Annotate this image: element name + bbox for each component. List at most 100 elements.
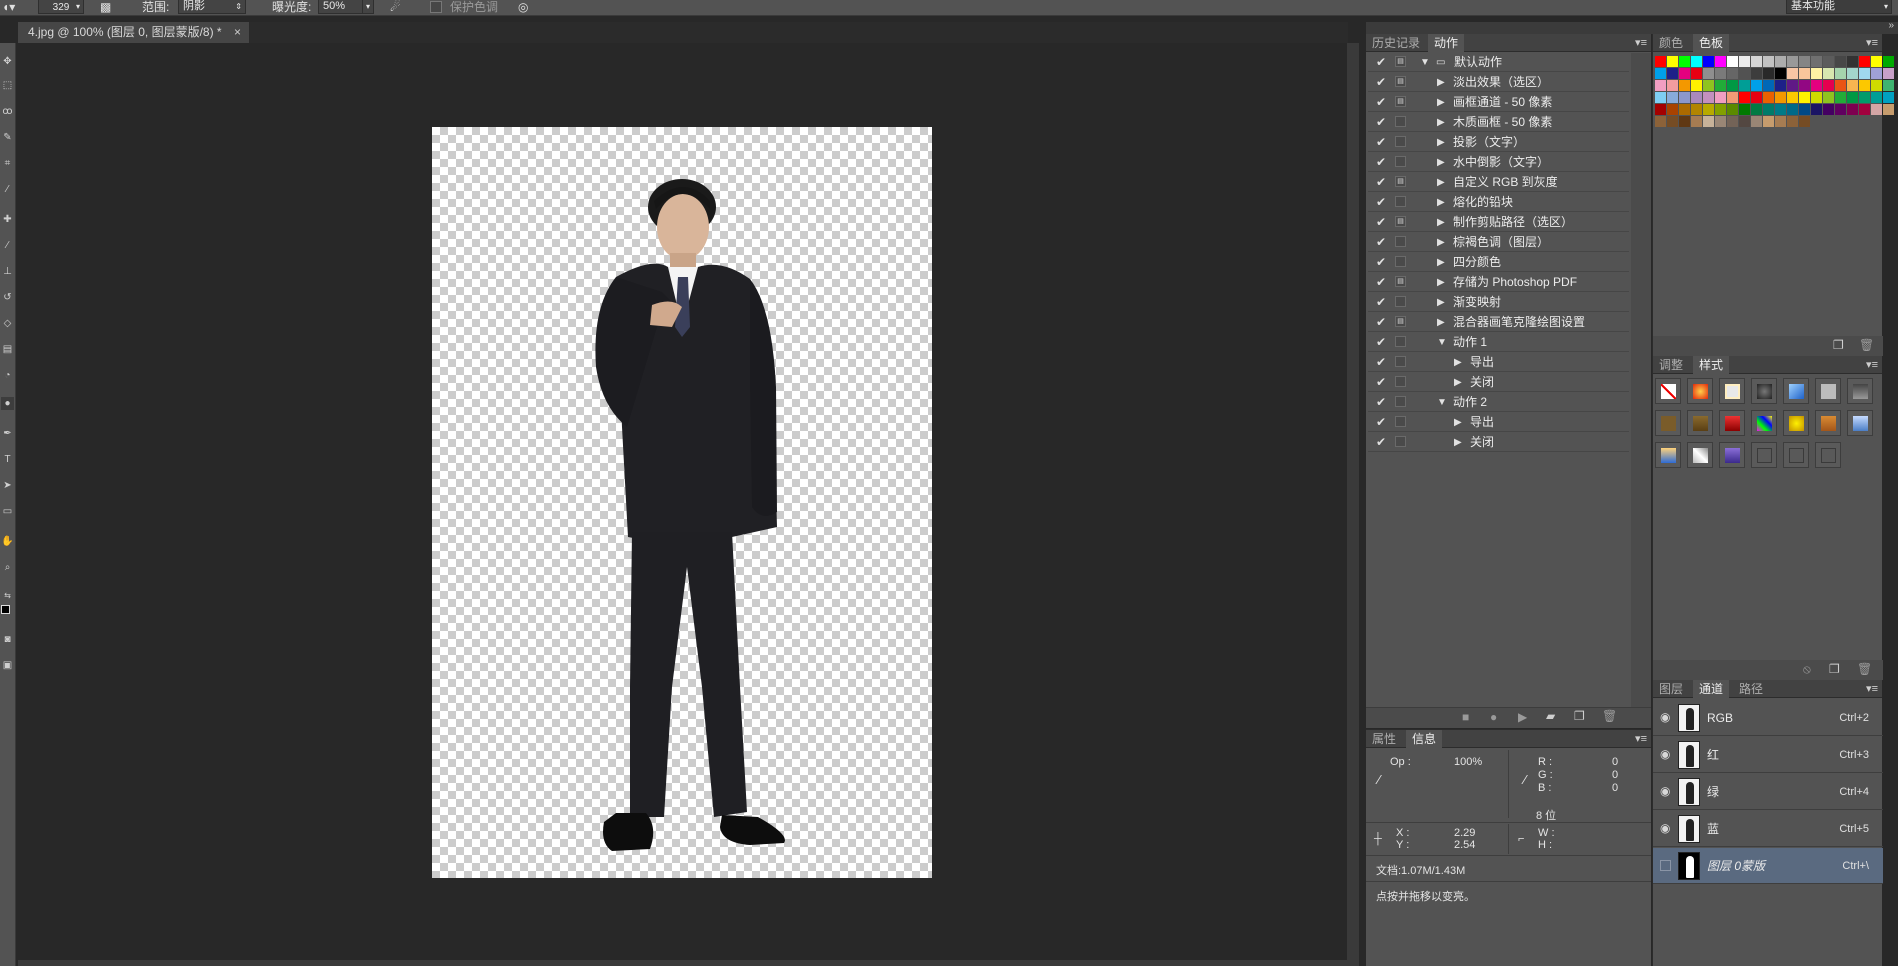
tab-paths[interactable]: 路径 <box>1733 680 1769 698</box>
color-swatch[interactable] <box>1703 92 1714 103</box>
color-swatch[interactable] <box>1691 92 1702 103</box>
dialog-toggle-icon[interactable]: ▤ <box>1395 216 1406 227</box>
action-row[interactable]: ✔ ▤ ▶ 画框通道 - 50 像素 <box>1368 93 1629 112</box>
color-swatch[interactable] <box>1715 68 1726 79</box>
color-swatch[interactable] <box>1739 116 1750 127</box>
action-row[interactable]: ✔ ▤ ▶ 淡出效果（选区） <box>1368 73 1629 92</box>
style-preset[interactable] <box>1815 442 1841 468</box>
color-swatch[interactable] <box>1655 104 1666 115</box>
action-row[interactable]: ✔ ▤ ▶ 混合器画笔克隆绘图设置 <box>1368 313 1629 332</box>
visibility-eye-icon[interactable]: ◉ <box>1660 747 1670 761</box>
toggle-item-checkmark-icon[interactable]: ✔ <box>1376 295 1388 309</box>
canvas-horizontal-scrollbar[interactable] <box>18 960 1348 966</box>
color-swatch[interactable] <box>1715 80 1726 91</box>
collapsed-triangle-icon[interactable]: ▶ <box>1454 355 1462 370</box>
workspace-select[interactable]: 基本功能 ▾ <box>1786 0 1892 14</box>
visibility-eye-icon[interactable]: ◉ <box>1660 784 1670 798</box>
action-row[interactable]: ✔ ▶ 导出 <box>1368 413 1629 432</box>
color-swatch[interactable] <box>1667 104 1678 115</box>
color-swatch[interactable] <box>1859 92 1870 103</box>
action-row[interactable]: ✔ ▤ ▶ 制作剪贴路径（选区） <box>1368 213 1629 232</box>
color-swatch[interactable] <box>1787 68 1798 79</box>
style-preset[interactable] <box>1751 410 1777 436</box>
swatch-grid[interactable] <box>1655 56 1894 176</box>
action-row[interactable]: ✔ ▶ 导出 <box>1368 353 1629 372</box>
toggle-item-checkmark-icon[interactable]: ✔ <box>1376 435 1388 449</box>
color-swatch[interactable] <box>1871 92 1882 103</box>
style-preset[interactable] <box>1719 378 1745 404</box>
color-swatch[interactable] <box>1763 104 1774 115</box>
action-row[interactable]: ✔ ▶ 木质画框 - 50 像素 <box>1368 113 1629 132</box>
color-swatch[interactable] <box>1787 80 1798 91</box>
color-swatch[interactable] <box>1835 92 1846 103</box>
toggle-item-checkmark-icon[interactable]: ✔ <box>1376 255 1388 269</box>
style-preset[interactable] <box>1719 410 1745 436</box>
color-swatch[interactable] <box>1811 80 1822 91</box>
color-swatch[interactable] <box>1751 116 1762 127</box>
collapsed-triangle-icon[interactable]: ▶ <box>1437 295 1445 310</box>
color-swatch[interactable] <box>1847 80 1858 91</box>
color-swatch[interactable] <box>1727 56 1738 67</box>
channel-row[interactable]: ◉ RGB Ctrl+2 <box>1653 700 1883 736</box>
style-preset[interactable] <box>1719 442 1745 468</box>
clone-stamp-tool-icon[interactable]: ⊥ <box>1 265 14 278</box>
toggle-item-checkmark-icon[interactable]: ✔ <box>1376 355 1388 369</box>
dialog-toggle-icon[interactable] <box>1395 156 1406 167</box>
dialog-toggle-icon[interactable] <box>1395 296 1406 307</box>
dialog-toggle-icon[interactable] <box>1395 396 1406 407</box>
action-row[interactable]: ✔ ▶ 关闭 <box>1368 373 1629 392</box>
color-swatch[interactable] <box>1787 116 1798 127</box>
collapsed-triangle-icon[interactable]: ▶ <box>1437 215 1445 230</box>
style-preset[interactable] <box>1751 378 1777 404</box>
color-swatch[interactable] <box>1823 104 1834 115</box>
new-swatch-icon[interactable]: ❐ <box>1833 338 1844 352</box>
color-swatch[interactable] <box>1847 56 1858 67</box>
style-preset[interactable] <box>1655 442 1681 468</box>
brush-tool-icon[interactable]: ∕ <box>1 239 14 252</box>
dodge-tool-icon[interactable]: ● <box>1 397 14 410</box>
dialog-toggle-icon[interactable]: ▤ <box>1395 56 1406 67</box>
color-swatch[interactable] <box>1823 68 1834 79</box>
color-swatch[interactable] <box>1715 104 1726 115</box>
close-icon[interactable]: × <box>234 22 241 43</box>
style-preset[interactable] <box>1655 378 1681 404</box>
canvas-vertical-scrollbar[interactable] <box>1347 43 1359 966</box>
color-swatch[interactable] <box>1727 92 1738 103</box>
clear-style-icon[interactable]: ⦸ <box>1803 662 1811 677</box>
action-row[interactable]: ✔ ▼ 动作 1 <box>1368 333 1629 352</box>
panel-menu-icon[interactable]: ▾≡ <box>1635 34 1647 52</box>
airbrush-icon[interactable]: ☄ <box>390 0 401 15</box>
path-select-tool-icon[interactable]: ➤ <box>1 479 14 492</box>
action-row[interactable]: ✔ ▤ ▶ 存储为 Photoshop PDF <box>1368 273 1629 292</box>
color-swatch[interactable] <box>1847 104 1858 115</box>
collapsed-triangle-icon[interactable]: ▶ <box>1437 195 1445 210</box>
toggle-item-checkmark-icon[interactable]: ✔ <box>1376 115 1388 129</box>
style-preset[interactable] <box>1815 378 1841 404</box>
eyedropper-tool-icon[interactable]: ⁄ <box>1 183 14 196</box>
expanded-triangle-icon[interactable]: ▼ <box>1420 55 1430 70</box>
toggle-item-checkmark-icon[interactable]: ✔ <box>1376 415 1388 429</box>
color-swatch[interactable] <box>1691 56 1702 67</box>
color-swatch[interactable] <box>1763 80 1774 91</box>
tab-info[interactable]: 信息 <box>1406 730 1443 748</box>
action-row[interactable]: ✔ ▶ 四分颜色 <box>1368 253 1629 272</box>
hand-tool-icon[interactable]: ✋ <box>1 535 14 548</box>
tab-channels[interactable]: 通道 <box>1693 680 1730 698</box>
dialog-toggle-icon[interactable] <box>1395 356 1406 367</box>
style-preset[interactable] <box>1783 442 1809 468</box>
color-swatch[interactable] <box>1667 92 1678 103</box>
color-swatch[interactable] <box>1787 56 1798 67</box>
color-swatch[interactable] <box>1715 92 1726 103</box>
color-swatch[interactable] <box>1691 104 1702 115</box>
channel-row[interactable]: ◉ 绿 Ctrl+4 <box>1653 774 1883 810</box>
dialog-toggle-icon[interactable]: ▤ <box>1395 76 1406 87</box>
healing-brush-tool-icon[interactable]: ✚ <box>1 213 14 226</box>
actions-scrollbar[interactable] <box>1631 53 1651 707</box>
eraser-tool-icon[interactable]: ◇ <box>1 317 14 330</box>
dialog-toggle-icon[interactable]: ▤ <box>1395 276 1406 287</box>
color-swatch[interactable] <box>1739 92 1750 103</box>
dialog-toggle-icon[interactable]: ▤ <box>1395 176 1406 187</box>
collapsed-triangle-icon[interactable]: ▶ <box>1437 235 1445 250</box>
color-swatch[interactable] <box>1691 116 1702 127</box>
style-preset[interactable] <box>1751 442 1777 468</box>
